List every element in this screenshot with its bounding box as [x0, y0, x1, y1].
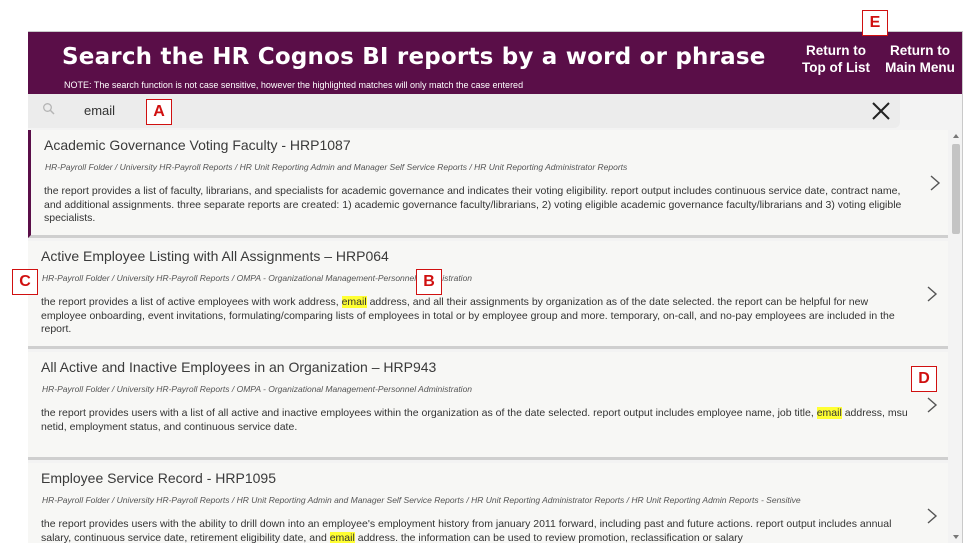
- scroll-down-arrow-icon[interactable]: [953, 535, 959, 539]
- report-card[interactable]: Active Employee Listing with All Assignm…: [28, 241, 948, 349]
- search-highlight: email: [816, 407, 842, 419]
- close-icon[interactable]: [870, 100, 892, 122]
- report-card[interactable]: Employee Service Record - HRP1095 HR-Pay…: [28, 463, 948, 543]
- scroll-thumb[interactable]: [952, 144, 960, 234]
- report-title: Academic Governance Voting Faculty - HRP…: [44, 137, 351, 153]
- callout-label-a: A: [146, 99, 172, 125]
- report-title: Employee Service Record - HRP1095: [41, 470, 276, 486]
- chevron-right-icon[interactable]: [926, 507, 938, 525]
- report-description: the report provides a list of faculty, l…: [44, 185, 914, 226]
- callout-label-b: B: [416, 269, 442, 295]
- callout-label-c: C: [12, 269, 38, 295]
- page-title: Search the HR Cognos BI reports by a wor…: [62, 44, 766, 70]
- report-path: HR-Payroll Folder / University HR-Payrol…: [42, 495, 801, 505]
- search-input[interactable]: [84, 100, 784, 120]
- description-text: the report provides a list of active emp…: [41, 296, 342, 308]
- return-to-main-menu-link[interactable]: Return to Main Menu: [880, 42, 960, 76]
- list-scrollbar[interactable]: [950, 130, 962, 543]
- search-highlight: email: [329, 531, 355, 543]
- scroll-up-arrow-icon[interactable]: [953, 134, 959, 138]
- report-path: HR-Payroll Folder / University HR-Payrol…: [45, 162, 628, 172]
- search-highlight: email: [341, 296, 367, 308]
- report-list: Academic Governance Voting Faculty - HRP…: [28, 130, 948, 543]
- chevron-right-icon[interactable]: [926, 285, 938, 303]
- report-card[interactable]: Academic Governance Voting Faculty - HRP…: [28, 130, 948, 238]
- report-path: HR-Payroll Folder / University HR-Payrol…: [42, 384, 473, 394]
- chevron-right-icon[interactable]: [929, 174, 941, 192]
- return-to-top-link[interactable]: Return to Top of List: [798, 42, 874, 76]
- search-note: NOTE: The search function is not case se…: [64, 80, 524, 90]
- report-description: the report provides a list of active emp…: [41, 296, 911, 337]
- report-description: the report provides users with a list of…: [41, 407, 911, 434]
- search-icon: [43, 103, 55, 115]
- callout-label-d: D: [911, 366, 937, 392]
- description-text: the report provides a list of faculty, l…: [44, 185, 902, 224]
- report-description: the report provides users with the abili…: [41, 518, 911, 543]
- report-title: All Active and Inactive Employees in an …: [41, 359, 437, 375]
- report-title: Active Employee Listing with All Assignm…: [41, 248, 389, 264]
- report-card[interactable]: All Active and Inactive Employees in an …: [28, 352, 948, 460]
- description-text: the report provides users with a list of…: [41, 407, 817, 419]
- header-bar: Search the HR Cognos BI reports by a wor…: [28, 32, 962, 94]
- chevron-right-icon[interactable]: [926, 396, 938, 414]
- description-text: address. the information can be used to …: [354, 531, 743, 544]
- report-path: HR-Payroll Folder / University HR-Payrol…: [42, 273, 473, 283]
- callout-label-e: E: [862, 10, 888, 36]
